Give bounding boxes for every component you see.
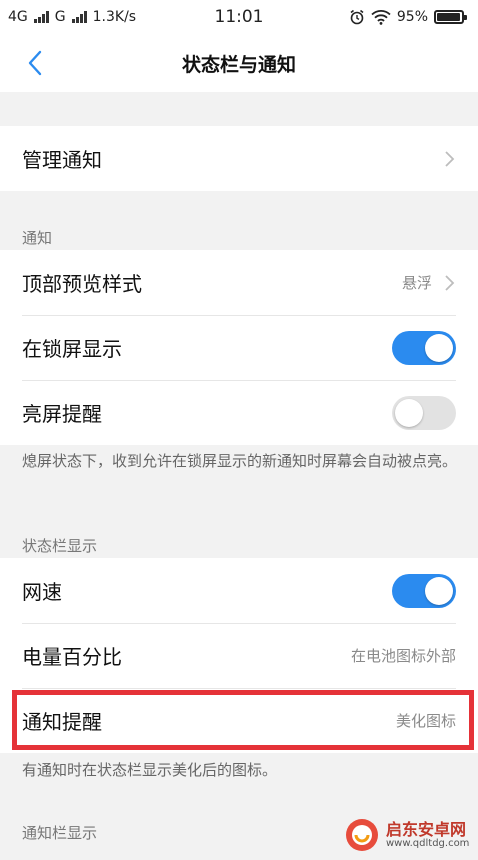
screen-wake-description: 熄屏状态下，收到允许在锁屏显示的新通知时屏幕会自动被点亮。 xyxy=(22,452,458,470)
top-preview-style-value: 悬浮 xyxy=(401,274,432,292)
battery-percentage-value: 在电池图标外部 xyxy=(350,647,456,665)
network-speed-item: 网速 xyxy=(0,558,478,623)
screen-wake-item: 亮屏提醒 xyxy=(0,380,478,445)
section-title-statusbar: 状态栏显示 xyxy=(22,537,98,555)
sim1-type: 4G xyxy=(8,9,28,25)
watermark-name: 启东安卓网 xyxy=(386,819,467,839)
signal-icon xyxy=(71,11,87,23)
notification-reminder-description: 有通知时在状态栏显示美化后的图标。 xyxy=(22,761,278,779)
manage-notifications-label: 管理通知 xyxy=(22,148,102,172)
network-speed-toggle[interactable] xyxy=(392,573,456,608)
alarm-icon xyxy=(350,9,364,25)
toggle-knob xyxy=(425,576,453,605)
top-preview-style-right: 悬浮 xyxy=(402,272,456,293)
battery-icon xyxy=(434,10,467,24)
notification-reminder-value: 美化图标 xyxy=(395,712,456,730)
wifi-icon xyxy=(371,10,391,25)
notification-reminder-label: 通知提醒 xyxy=(22,710,102,734)
site-logo-icon xyxy=(346,819,378,851)
watermark-url: www.qdltdg.com xyxy=(386,838,470,850)
toggle-knob xyxy=(395,398,423,427)
top-preview-style-label: 顶部预览样式 xyxy=(22,272,142,296)
lockscreen-display-toggle[interactable] xyxy=(392,330,456,365)
back-button[interactable] xyxy=(18,46,52,80)
lockscreen-display-item: 在锁屏显示 xyxy=(0,315,478,380)
manage-group: 管理通知 xyxy=(0,126,478,191)
toggle-knob xyxy=(425,333,453,362)
screen-wake-label: 亮屏提醒 xyxy=(22,402,102,426)
screen-wake-toggle[interactable] xyxy=(392,395,456,430)
battery-percent: 95% xyxy=(396,9,428,25)
notify-group: 顶部预览样式 悬浮 在锁屏显示 亮屏提醒 xyxy=(0,250,478,445)
top-preview-style-item[interactable]: 顶部预览样式 悬浮 xyxy=(0,250,478,315)
battery-percentage-label: 电量百分比 xyxy=(22,645,122,669)
network-speed: 1.3K/s xyxy=(92,9,137,25)
status-bar: 4G G 1.3K/s 11:01 95% xyxy=(0,0,478,34)
lockscreen-display-label: 在锁屏显示 xyxy=(22,337,122,361)
section-title-notify: 通知 xyxy=(22,229,53,247)
status-bar-left: 4G G 1.3K/s xyxy=(8,9,136,25)
statusbar-group: 网速 电量百分比 在电池图标外部 通知提醒 美化图标 xyxy=(0,558,478,753)
watermark: 启东安卓网 www.qdltdg.com xyxy=(344,810,478,860)
network-speed-label: 网速 xyxy=(22,580,62,604)
section-title-notifybar: 通知栏显示 xyxy=(22,824,98,842)
watermark-text: 启东安卓网 www.qdltdg.com xyxy=(386,821,469,850)
page-title: 状态栏与通知 xyxy=(181,53,296,76)
signal-icon xyxy=(33,11,49,23)
battery-percentage-item[interactable]: 电量百分比 在电池图标外部 xyxy=(0,623,478,688)
chevron-right-icon xyxy=(445,150,455,167)
sim2-type: G xyxy=(54,9,66,25)
title-bar: 状态栏与通知 xyxy=(0,34,478,92)
status-bar-right: 95% xyxy=(349,9,467,25)
chevron-right-icon xyxy=(445,274,455,291)
notification-reminder-item[interactable]: 通知提醒 美化图标 xyxy=(0,688,478,753)
chevron-left-icon xyxy=(28,50,42,76)
manage-notifications-item[interactable]: 管理通知 xyxy=(0,126,478,191)
